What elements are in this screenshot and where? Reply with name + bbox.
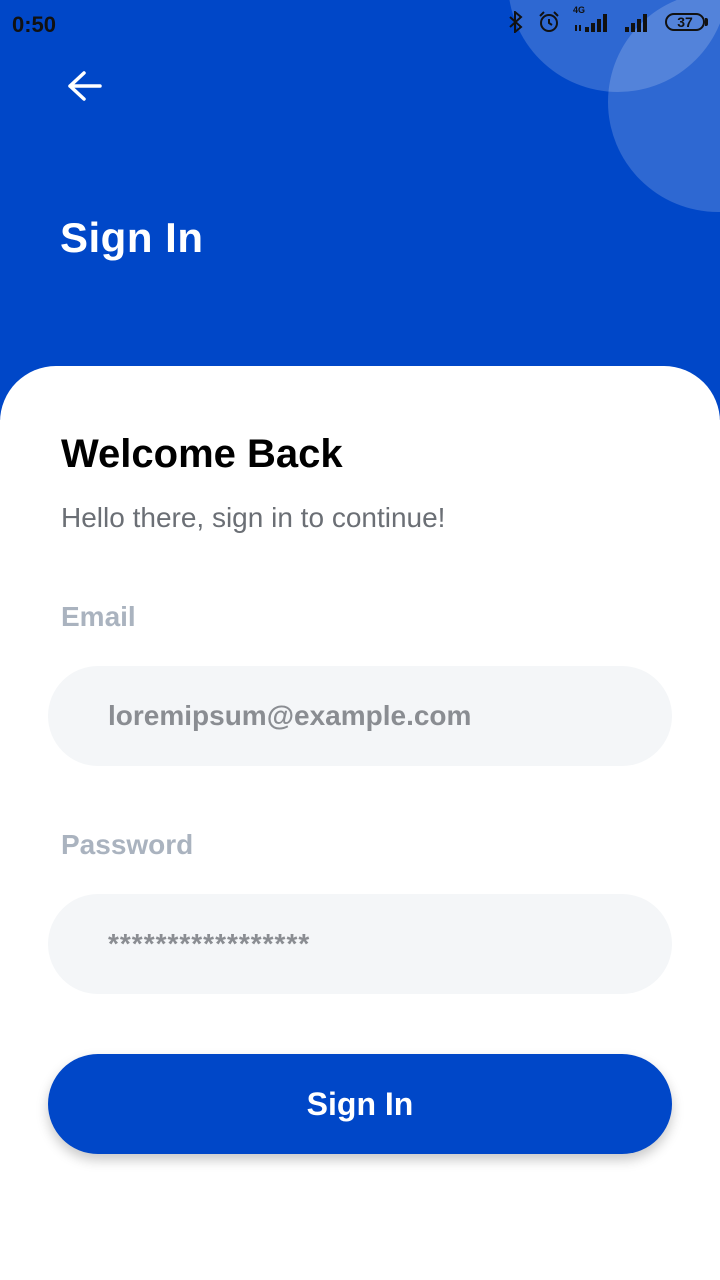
sign-in-button-label: Sign In [306, 1085, 414, 1122]
status-icons: 4G 37 [507, 5, 708, 34]
alarm-icon [539, 11, 559, 32]
email-field[interactable]: loremipsum@example.com [48, 666, 672, 766]
bluetooth-icon [509, 11, 523, 33]
signal-icon [625, 14, 647, 32]
page-title: Sign In [60, 214, 204, 261]
arrow-left-icon [68, 71, 102, 101]
status-time: 0:50 [12, 12, 57, 37]
password-value: ***************** [108, 928, 311, 959]
email-label: Email [61, 601, 136, 632]
welcome-title: Welcome Back [61, 432, 343, 476]
status-bar: 0:50 4G 37 [0, 0, 720, 52]
signal-icon [575, 14, 607, 32]
sign-in-card: Welcome Back Hello there, sign in to con… [0, 366, 720, 1280]
password-label: Password [61, 829, 194, 860]
password-field[interactable]: ***************** [48, 894, 672, 994]
email-value: loremipsum@example.com [108, 700, 472, 731]
battery-level: 37 [665, 13, 705, 31]
welcome-subtitle: Hello there, sign in to continue! [61, 502, 446, 533]
header: 0:50 4G 37 Sign In [0, 0, 720, 420]
sign-in-button[interactable]: Sign In [48, 1054, 672, 1154]
sign-in-screen: 0:50 4G 37 Sign In Welcome Back Hello th… [0, 0, 720, 1280]
cellular-4g: 4G [573, 5, 611, 33]
back-button[interactable] [60, 62, 108, 110]
battery-icon: 37 [665, 13, 708, 31]
